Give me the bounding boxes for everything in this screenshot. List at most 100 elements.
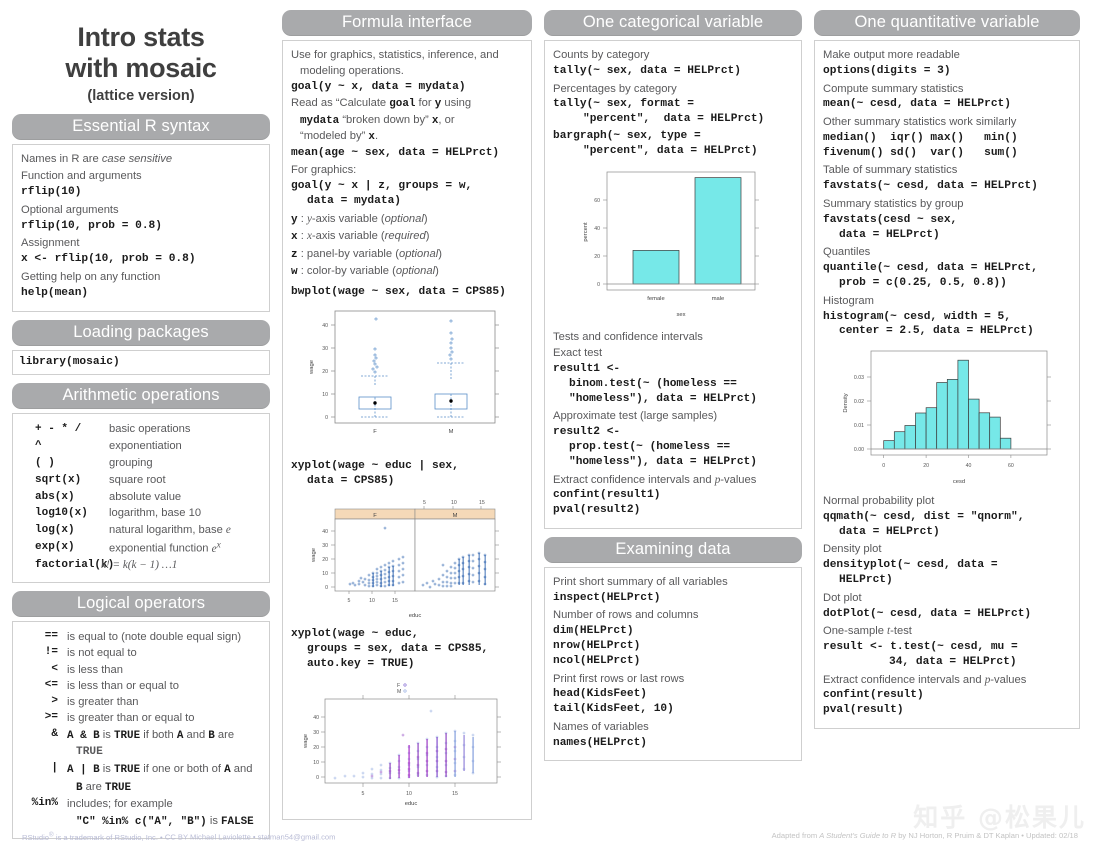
- quant-label-extract-ci: Extract confidence intervals and p-value…: [823, 673, 1027, 686]
- formula-code-goal-full-line1: goal(y ~ x | z, groups = w,: [291, 180, 473, 193]
- svg-text:5: 5: [348, 598, 351, 604]
- arith-op: log(x): [35, 524, 75, 537]
- svg-text:wage: wage: [311, 548, 317, 563]
- exam-code-nrow: nrow(HELPrct): [553, 639, 641, 652]
- svg-text:percent: percent: [583, 222, 589, 242]
- svg-text:0: 0: [316, 775, 319, 781]
- arith-row: exp(x) exponential function ex: [21, 539, 261, 558]
- cat-code-result1: result1 <-: [553, 363, 621, 376]
- svg-text:female: female: [647, 296, 664, 302]
- arith-op: factorial(k): [35, 559, 115, 572]
- quant-label-compute-summary: Compute summary statistics: [823, 82, 964, 95]
- chart-histogram-cesd: 0.00 0.01 0.02 0.03 Density 0 20 40 60 c…: [823, 345, 1071, 490]
- svg-text:wage: wage: [303, 734, 309, 749]
- chart-xyplot-wage-educ-by-sex: 5 10 15 F M 0 10 20 30 40 wage 5 10 15 e…: [291, 495, 523, 623]
- exam-label-names: Names of variables: [553, 720, 649, 733]
- svg-text:0: 0: [325, 415, 328, 421]
- section-header-arithmetic-operations: Arithmetic operations: [12, 383, 270, 410]
- arith-op: + - * /: [35, 423, 82, 436]
- quant-label-one-sample-ttest: One-sample t-test: [823, 625, 912, 638]
- svg-text:0.03: 0.03: [854, 375, 864, 381]
- cat-code-result2: result2 <-: [553, 426, 621, 439]
- svg-text:30: 30: [322, 543, 328, 549]
- quant-label-histogram: Histogram: [823, 294, 874, 307]
- svg-text:M: M: [397, 689, 401, 695]
- logic-continuation: "C" %in% c("A", "B") is FALSE: [76, 814, 254, 828]
- quant-code-favstats-group-line2: data = HELPrct): [839, 228, 940, 241]
- code-library-mosaic: library(mosaic): [19, 355, 120, 368]
- arith-op: exp(x): [35, 540, 75, 553]
- svg-text:10: 10: [451, 500, 457, 506]
- quant-label-other-summary: Other summary statistics work similarly: [823, 116, 1017, 129]
- arith-row: + - * / basic operations: [21, 421, 261, 438]
- quant-label-normal-prob-plot: Normal probability plot: [823, 495, 935, 508]
- svg-text:10: 10: [369, 598, 375, 604]
- quant-code-stat-fns-line2: fivenum() sd() var() sum(): [823, 146, 1018, 159]
- svg-text:15: 15: [392, 598, 398, 604]
- logic-op: !=: [44, 646, 58, 659]
- svg-text:0: 0: [597, 282, 600, 288]
- quant-code-histogram-line2: center = 2.5, data = HELPrct): [839, 325, 1034, 338]
- quant-code-favstats-group-line1: favstats(cesd ~ sex,: [823, 213, 958, 226]
- logic-meaning: A & B is TRUE if both A and B are: [67, 728, 235, 742]
- quant-code-ttest-line2: 34, data = HELPrct): [889, 655, 1017, 668]
- logic-meaning: A | B is TRUE if one or both of A and: [67, 762, 253, 776]
- formula-read-line-2: mydata “broken down by” x, or: [300, 113, 455, 127]
- syntax-label-help: Getting help on any function: [21, 271, 161, 283]
- quant-label-quantiles: Quantiles: [823, 246, 871, 259]
- formula-code-goal-full-line2: data = mydata): [307, 194, 401, 207]
- arith-op: sqrt(x): [35, 473, 82, 486]
- svg-text:40: 40: [322, 529, 328, 535]
- exam-label-print-summary: Print short summary of all variables: [553, 575, 728, 588]
- quant-code-densityplot-line1: densityplot(~ cesd, data =: [823, 559, 998, 572]
- svg-text:M: M: [449, 429, 454, 435]
- logic-row: >= is greater than or equal to: [21, 710, 261, 726]
- arith-row: sqrt(x) square root: [21, 472, 261, 489]
- section-header-examining-data: Examining data: [544, 536, 802, 563]
- exam-code-dim: dim(HELPrct): [553, 625, 634, 638]
- arith-meaning: square root: [109, 473, 166, 486]
- svg-text:0: 0: [882, 463, 885, 469]
- card-logical-operators: == is equal to (note double equal sign) !…: [12, 621, 270, 840]
- cat-label-approx-test: Approximate test (large samples): [553, 410, 718, 423]
- column-4: One quantitative variable Make output mo…: [814, 10, 1080, 729]
- svg-text:40: 40: [322, 323, 328, 329]
- svg-text:male: male: [712, 296, 725, 302]
- footer-right: Adapted from A Student’s Guide to R by N…: [771, 831, 1078, 841]
- formula-var-z: z : panel-by variable (optional): [291, 247, 442, 261]
- arith-meaning: k! = k(k − 1) …1: [101, 559, 178, 572]
- svg-text:30: 30: [313, 730, 319, 736]
- svg-text:20: 20: [313, 745, 319, 751]
- svg-text:40: 40: [594, 226, 600, 232]
- title-subtitle: (lattice version): [87, 87, 195, 104]
- exam-code-tail: tail(KidsFeet, 10): [553, 703, 674, 716]
- svg-text:5: 5: [362, 791, 365, 797]
- logic-meaning: is equal to (note double equal sign): [67, 631, 242, 644]
- formula-code-xyplot-groups-line2: groups = sex, data = CPS85,: [307, 642, 489, 655]
- formula-intro-line-2: modeling operations.: [300, 64, 404, 77]
- formula-intro-line-1: Use for graphics, statistics, inference,…: [291, 49, 499, 61]
- xyplot-panel-svg: 5 10 15 F M 0 10 20 30 40 wage 5 10 15 e…: [311, 500, 499, 619]
- exam-code-inspect: inspect(HELPrct): [553, 591, 661, 604]
- card-loading-packages: library(mosaic): [12, 349, 270, 376]
- cat-label-percentages: Percentages by category: [553, 82, 677, 95]
- section-header-one-categorical-variable: One categorical variable: [544, 10, 802, 36]
- footer-credit-link[interactable]: CC BY Michael Laviolette • statman54@gma…: [165, 833, 336, 842]
- exam-label-head-tail: Print first rows or last rows: [553, 672, 685, 685]
- formula-code-bwplot: bwplot(wage ~ sex, data = CPS85): [291, 285, 506, 298]
- section-header-essential-r-syntax: Essential R syntax: [12, 113, 270, 140]
- syntax-label-function-args: Function and arguments: [21, 170, 142, 183]
- syntax-label-assignment: Assignment: [21, 237, 80, 250]
- logic-row: | A | B is TRUE if one or both of A and: [21, 761, 261, 779]
- svg-text:0.00: 0.00: [854, 447, 864, 453]
- quant-code-options-digits: options(digits = 3): [823, 64, 951, 77]
- cat-code-bargraph-line2: "percent", data = HELPrct): [583, 144, 758, 157]
- formula-code-xyplot-panel-line1: xyplot(wage ~ educ | sex,: [291, 460, 459, 473]
- quant-label-table-summary: Table of summary statistics: [823, 164, 958, 177]
- quant-code-qqmath-line1: qqmath(~ cesd, dist = "qnorm",: [823, 510, 1025, 523]
- footer: RStudio® is a trademark of RStudio, Inc.…: [0, 831, 1100, 842]
- exam-code-names: names(HELPrct): [553, 736, 647, 749]
- svg-text:0.01: 0.01: [854, 423, 864, 429]
- svg-text:M: M: [453, 513, 458, 519]
- logic-op: ==: [44, 630, 58, 643]
